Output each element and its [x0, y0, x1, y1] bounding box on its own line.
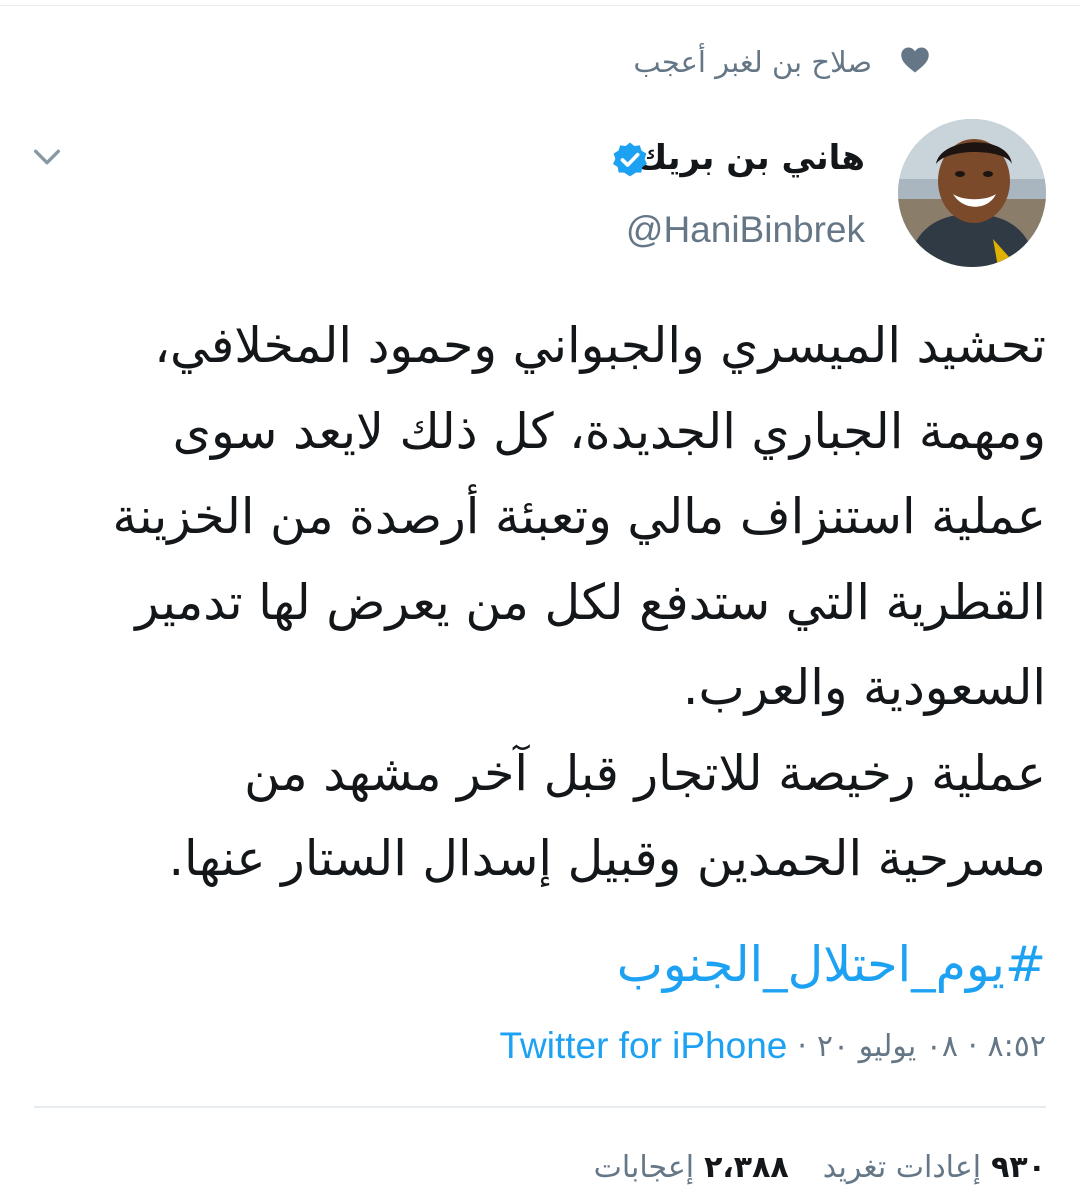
avatar-image [898, 119, 1046, 267]
likes-count: ٢،٣٨٨ [704, 1149, 789, 1185]
tweet-meta: Twitter for iPhone · ٠٨ يوليو ٢٠ · ٨:٥٢ [499, 1020, 1046, 1072]
tweet-stats: ٩٣٠ إعادات تغريد ٢،٣٨٨ إعجابات [594, 1142, 1046, 1192]
verified-badge-icon [613, 142, 647, 177]
top-divider [0, 5, 1080, 6]
liked-by-label: صلاح بن لغبر أعجب [633, 45, 872, 79]
retweets-count: ٩٣٠ [991, 1149, 1046, 1185]
tweet-line: القطرية التي ستدفع لكل من يعرض لها تدمير [135, 573, 1046, 631]
heart-icon [901, 47, 929, 73]
avatar[interactable] [898, 119, 1046, 267]
meta-separator: · [797, 1028, 807, 1064]
tweet-line: السعودية والعرب. [682, 659, 1046, 716]
author-display-name[interactable]: هاني بن بريك [636, 134, 865, 182]
tweet-line: تحشيد الميسري والجبواني وحمود المخلافي، [154, 317, 1046, 374]
liked-by-text[interactable]: صلاح بن لغبر أعجب [633, 38, 872, 86]
retweets-label: إعادات تغريد [822, 1149, 982, 1185]
chevron-down-icon[interactable] [30, 140, 64, 174]
author-handle[interactable]: @HaniBinbrek [626, 205, 865, 255]
source-link[interactable]: Twitter for iPhone [499, 1025, 787, 1067]
retweets-stat[interactable]: ٩٣٠ إعادات تغريد [823, 1150, 1046, 1185]
tweet-line: مسرحية الحمدين وقبيل إسدال الستار عنها. [168, 830, 1046, 887]
tweet-line: عملية استنزاف مالي وتعبئة أرصدة من الخزي… [112, 488, 1046, 545]
tweet-text: تحشيد الميسري والجبواني وحمود المخلافي، … [36, 303, 1046, 902]
likes-label: إعجابات [593, 1149, 695, 1185]
stats-divider [34, 1106, 1046, 1108]
tweet-date: ٠٨ يوليو ٢٠ [816, 1028, 958, 1064]
meta-separator: · [968, 1028, 978, 1064]
tweet-line: ومهمة الجباري الجديدة، كل ذلك لايعد سوى [172, 402, 1046, 460]
tweet-time: ٨:٥٢ [987, 1028, 1046, 1064]
likes-stat[interactable]: ٢،٣٨٨ إعجابات [594, 1150, 789, 1185]
hashtag-link[interactable]: #يوم_احتلال_الجنوب [36, 925, 1046, 1005]
tweet-line: عملية رخيصة للاتجار قبل آخر مشهد من [244, 744, 1046, 802]
